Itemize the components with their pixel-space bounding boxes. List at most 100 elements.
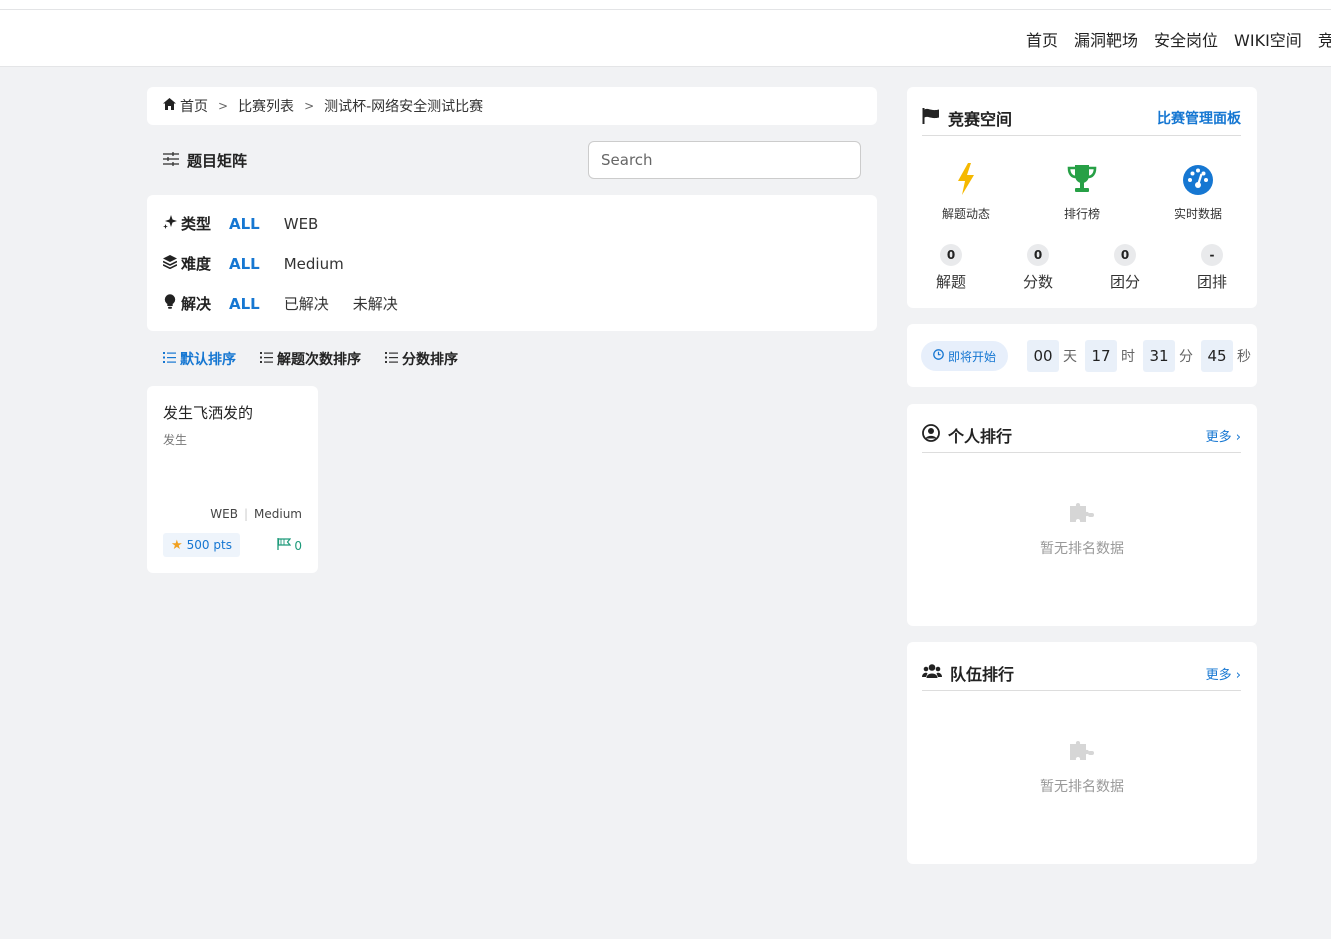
nav-item-security-jobs[interactable]: 安全岗位 (1154, 27, 1218, 51)
stat-team-score-value: 0 (1114, 244, 1136, 266)
home-icon (163, 98, 176, 114)
filter-solved-label: 解决 (181, 295, 212, 313)
clock-icon (933, 349, 944, 363)
shortcut-leaderboard[interactable]: 排行榜 (1042, 163, 1122, 222)
stat-solves-label: 解题 (935, 273, 966, 291)
users-icon (922, 663, 942, 683)
shortcut-leaderboard-label: 排行榜 (1063, 207, 1100, 221)
breadcrumb-competition-list[interactable]: 比赛列表 (238, 96, 294, 116)
personal-rank-card: 个人排行 更多 › 暂无排名数据 (907, 404, 1257, 626)
team-rank-header: 队伍排行 更多 › (922, 656, 1241, 691)
team-rank-empty: 暂无排名数据 (907, 738, 1257, 796)
list-icon (163, 351, 176, 367)
countdown-hours-unit: 时 (1121, 349, 1135, 365)
chevron-right-icon: › (1235, 667, 1241, 683)
stat-score: 0 分数 (1008, 244, 1068, 292)
competition-space-header: 竞赛空间 比赛管理面板 (922, 101, 1241, 136)
personal-rank-header: 个人排行 更多 › (922, 418, 1241, 453)
search-input[interactable] (588, 141, 861, 179)
stat-team-rank-label: 团排 (1196, 273, 1227, 291)
shortcut-solve-feed-label: 解题动态 (941, 207, 990, 221)
challenge-category: WEB (210, 507, 238, 521)
solves-count: 0 (277, 538, 302, 553)
sort-by-solves-label: 解题次数排序 (277, 352, 361, 368)
breadcrumb: 首页 > 比赛列表 > 测试杯-网络安全测试比赛 (147, 87, 877, 125)
breadcrumb-home[interactable]: 首页 (180, 96, 208, 116)
sort-by-score-label: 分数排序 (402, 352, 458, 368)
filter-difficulty-medium[interactable]: Medium (284, 255, 344, 273)
list-icon (385, 351, 398, 367)
status-text: 即将开始 (948, 349, 997, 364)
status-badge: 即将开始 (921, 341, 1009, 371)
countdown-seconds: 45 (1201, 340, 1233, 372)
countdown-minutes-unit: 分 (1179, 349, 1193, 365)
stat-team-rank-value: - (1201, 244, 1223, 266)
stat-team-score-label: 团分 (1109, 273, 1140, 291)
flag-icon (277, 538, 294, 553)
personal-rank-title: 个人排行 (948, 427, 1013, 446)
lightbulb-icon (163, 294, 177, 313)
stat-score-value: 0 (1027, 244, 1049, 266)
personal-rank-empty: 暂无排名数据 (907, 500, 1257, 558)
matrix-header: 题目矩阵 (163, 150, 247, 171)
countdown-hours: 17 (1085, 340, 1117, 372)
meta-divider: | (243, 507, 249, 521)
filter-difficulty: 难度 ALL Medium (162, 253, 368, 274)
filter-type-all[interactable]: ALL (229, 215, 260, 233)
challenge-points: 500 pts (186, 538, 232, 552)
stat-solves: 0 解题 (921, 244, 981, 292)
list-icon (260, 351, 273, 367)
nav-item-vuln-range[interactable]: 漏洞靶场 (1074, 27, 1138, 51)
challenge-subtitle: 发生 (163, 433, 188, 447)
flag-icon (922, 108, 940, 128)
challenge-title: 发生飞洒发的 (163, 404, 254, 422)
team-rank-card: 队伍排行 更多 › 暂无排名数据 (907, 642, 1257, 864)
countdown-seconds-unit: 秒 (1237, 349, 1251, 365)
breadcrumb-current: 测试杯-网络安全测试比赛 (324, 99, 484, 115)
puzzle-icon (907, 500, 1257, 526)
matrix-title: 题目矩阵 (187, 152, 248, 170)
filter-type: 类型 ALL WEB (163, 213, 342, 234)
team-rank-more-link[interactable]: 更多 › (1206, 664, 1241, 683)
sort-by-score[interactable]: 分数排序 (385, 349, 458, 369)
countdown-card: 即将开始 00 天 17 时 31 分 45 秒 (907, 324, 1257, 387)
filter-type-web[interactable]: WEB (284, 215, 319, 233)
gauge-icon (1182, 165, 1214, 199)
challenge-card[interactable]: 发生飞洒发的 发生 WEB | Medium ★ 500 pts 0 (147, 386, 318, 573)
shortcut-live-data[interactable]: 实时数据 (1158, 163, 1238, 222)
team-rank-empty-text: 暂无排名数据 (1040, 779, 1124, 795)
stat-team-rank: - 团排 (1182, 244, 1242, 292)
layers-icon (162, 254, 178, 273)
points-badge: ★ 500 pts (163, 533, 240, 557)
team-rank-title: 队伍排行 (950, 665, 1015, 684)
chevron-right-icon: › (1235, 429, 1241, 445)
sort-default[interactable]: 默认排序 (163, 349, 236, 369)
stat-solves-value: 0 (940, 244, 962, 266)
filter-solved-no[interactable]: 未解决 (353, 293, 398, 314)
breadcrumb-separator: > (218, 99, 229, 113)
user-circle-icon (922, 424, 940, 446)
filter-solved-yes[interactable]: 已解决 (284, 293, 329, 314)
personal-rank-more-link[interactable]: 更多 › (1206, 426, 1241, 445)
nav-item-home[interactable]: 首页 (1026, 27, 1058, 51)
top-strip (0, 0, 1331, 10)
puzzle-icon (907, 738, 1257, 764)
filter-type-label: 类型 (181, 215, 212, 233)
filter-panel: 类型 ALL WEB 难度 ALL Medium 解决 ALL 已解决 未解决 (147, 195, 877, 331)
sliders-icon (163, 151, 179, 170)
nav-item-wiki[interactable]: WIKI空间 (1234, 27, 1302, 51)
nav-menu: 首页 漏洞靶场 安全岗位 WIKI空间 竞赛 (1026, 27, 1331, 51)
filter-difficulty-all[interactable]: ALL (229, 255, 260, 273)
challenge-difficulty: Medium (254, 507, 302, 521)
sort-by-solves[interactable]: 解题次数排序 (260, 349, 361, 369)
countdown-days: 00 (1027, 340, 1059, 372)
countdown-days-unit: 天 (1063, 349, 1077, 365)
countdown-timer: 00 天 17 时 31 分 45 秒 (1027, 340, 1251, 372)
personal-rank-empty-text: 暂无排名数据 (1040, 541, 1124, 557)
admin-panel-link[interactable]: 比赛管理面板 (1157, 108, 1241, 128)
nav-item-competition[interactable]: 竞赛 (1318, 27, 1331, 51)
personal-rank-more-label: 更多 (1205, 429, 1232, 445)
shortcut-solve-feed[interactable]: 解题动态 (926, 163, 1006, 222)
filter-solved-all[interactable]: ALL (229, 295, 260, 313)
team-rank-more-label: 更多 (1205, 667, 1232, 683)
